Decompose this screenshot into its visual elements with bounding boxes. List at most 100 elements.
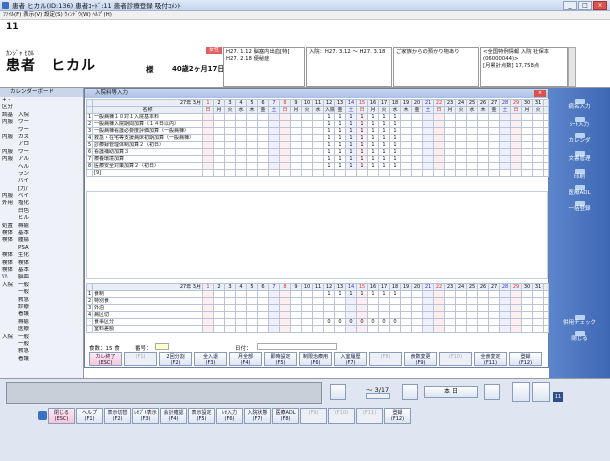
day-cell[interactable] [455, 318, 467, 326]
day-header[interactable]: 17 [378, 99, 390, 107]
day-cell[interactable] [301, 155, 313, 163]
day-cell[interactable]: 1 [345, 162, 357, 170]
day-cell[interactable] [532, 311, 544, 319]
day-cell[interactable] [532, 113, 544, 121]
day-cell[interactable] [466, 141, 478, 149]
day-cell[interactable] [499, 127, 511, 135]
day-cell[interactable]: 1 [367, 120, 379, 128]
calendar-board-row[interactable]: 処置 褥瘡 [0, 223, 83, 230]
day-cell[interactable] [499, 155, 511, 163]
prev-button[interactable] [330, 384, 346, 400]
day-header[interactable]: 31 [532, 283, 544, 291]
day-cell[interactable] [268, 141, 280, 149]
day-cell[interactable] [235, 311, 247, 319]
day-cell[interactable] [532, 155, 544, 163]
fee-grid-empty-area[interactable] [86, 191, 548, 279]
day-cell[interactable] [433, 155, 445, 163]
day-cell[interactable] [422, 134, 434, 142]
day-cell[interactable] [202, 148, 214, 156]
day-cell[interactable] [213, 127, 225, 135]
day-cell[interactable] [290, 162, 302, 170]
day-cell[interactable] [202, 127, 214, 135]
day-cell[interactable] [433, 120, 445, 128]
day-cell[interactable]: 1 [356, 162, 368, 170]
day-cell[interactable]: 1 [356, 290, 368, 298]
day-cell[interactable] [400, 120, 412, 128]
day-cell[interactable] [257, 325, 269, 333]
calendar-board-row[interactable]: 検体 基本 [0, 267, 83, 274]
day-cell[interactable] [224, 134, 236, 142]
day-cell[interactable] [312, 113, 324, 121]
day-cell[interactable] [521, 155, 533, 163]
day-cell[interactable] [279, 148, 291, 156]
day-cell[interactable] [235, 127, 247, 135]
day-cell[interactable] [279, 297, 291, 305]
day-cell[interactable] [488, 325, 500, 333]
day-cell[interactable] [224, 325, 236, 333]
table-row[interactable]: 6 看護補助加算３ 1 1 1 1 1 1 1 [86, 148, 549, 156]
bottom-button-f2[interactable]: 表示切替 (F2) [104, 408, 131, 424]
end-button[interactable] [532, 382, 550, 402]
day-cell[interactable]: 1 [323, 155, 335, 163]
day-cell[interactable]: 1 [334, 113, 346, 121]
day-cell[interactable] [235, 318, 247, 326]
day-cell[interactable] [488, 113, 500, 121]
dialog-button-f7[interactable]: 入室履歴 (F7) [334, 352, 367, 366]
day-cell[interactable] [356, 297, 368, 305]
day-cell[interactable] [279, 304, 291, 312]
day-cell[interactable] [235, 290, 247, 298]
day-cell[interactable] [202, 134, 214, 142]
day-cell[interactable] [444, 169, 456, 177]
day-cell[interactable] [389, 311, 401, 319]
day-header[interactable]: 22 [433, 99, 445, 107]
day-cell[interactable] [411, 113, 423, 121]
day-cell[interactable] [213, 290, 225, 298]
day-header[interactable]: 29 [510, 99, 522, 107]
day-cell[interactable] [477, 297, 489, 305]
day-cell[interactable] [488, 304, 500, 312]
day-cell[interactable] [301, 318, 313, 326]
day-cell[interactable] [312, 290, 324, 298]
memo-box[interactable]: ご家族からの預かり物あり [393, 47, 479, 87]
dialog-button-f4[interactable]: 月全部 (F4) [229, 352, 262, 366]
day-cell[interactable] [301, 169, 313, 177]
dialog-button-f5[interactable]: 即時設定 (F5) [264, 352, 297, 366]
calendar-board-row[interactable]: 検体 検体 [0, 260, 83, 267]
day-cell[interactable]: 1 [378, 162, 390, 170]
day-cell[interactable] [466, 155, 478, 163]
day-cell[interactable] [510, 318, 522, 326]
day-header[interactable]: 15 [356, 283, 368, 291]
calendar-board-row[interactable]: 内服 ガス [0, 134, 83, 141]
calendar-board-row[interactable]: 内服 ワー [0, 149, 83, 156]
day-cell[interactable] [213, 141, 225, 149]
day-cell[interactable] [488, 134, 500, 142]
day-cell[interactable] [257, 134, 269, 142]
day-cell[interactable] [367, 169, 379, 177]
day-header[interactable]: 3 [224, 99, 236, 107]
day-cell[interactable] [257, 120, 269, 128]
day-cell[interactable] [246, 311, 258, 319]
day-cell[interactable] [466, 162, 478, 170]
table-row[interactable]: 8 医療安全対策加算２（初日） 1 1 1 1 1 1 1 [86, 162, 549, 170]
day-cell[interactable] [466, 304, 478, 312]
day-cell[interactable] [268, 113, 280, 121]
table-row[interactable]: 1 一般病棟１０対１入院基本料 1 1 1 1 1 1 1 [86, 113, 549, 121]
day-cell[interactable] [488, 141, 500, 149]
day-cell[interactable] [213, 311, 225, 319]
day-cell[interactable] [499, 162, 511, 170]
insurance-box[interactable]: <全国特例情報 入院 社保本 (06000044)> [月累計点数] 17,75… [480, 47, 568, 87]
table-row[interactable]: 1 食制 1 1 1 1 1 1 1 [86, 290, 549, 298]
day-cell[interactable]: 1 [323, 120, 335, 128]
day-cell[interactable]: 0 [334, 318, 346, 326]
day-cell[interactable] [422, 148, 434, 156]
menu-bar[interactable]: ﾌｧｲﾙ(F) 表示(V) 設定(S) ｳｨﾝﾄﾞｳ(W) ﾍﾙﾌﾟ(H) [0, 11, 610, 20]
day-cell[interactable] [521, 290, 533, 298]
day-cell[interactable] [268, 134, 280, 142]
day-cell[interactable] [224, 162, 236, 170]
day-cell[interactable] [213, 318, 225, 326]
day-cell[interactable] [202, 311, 214, 319]
day-header[interactable]: 9 [290, 283, 302, 291]
day-cell[interactable] [202, 304, 214, 312]
day-cell[interactable] [455, 297, 467, 305]
day-cell[interactable] [521, 304, 533, 312]
